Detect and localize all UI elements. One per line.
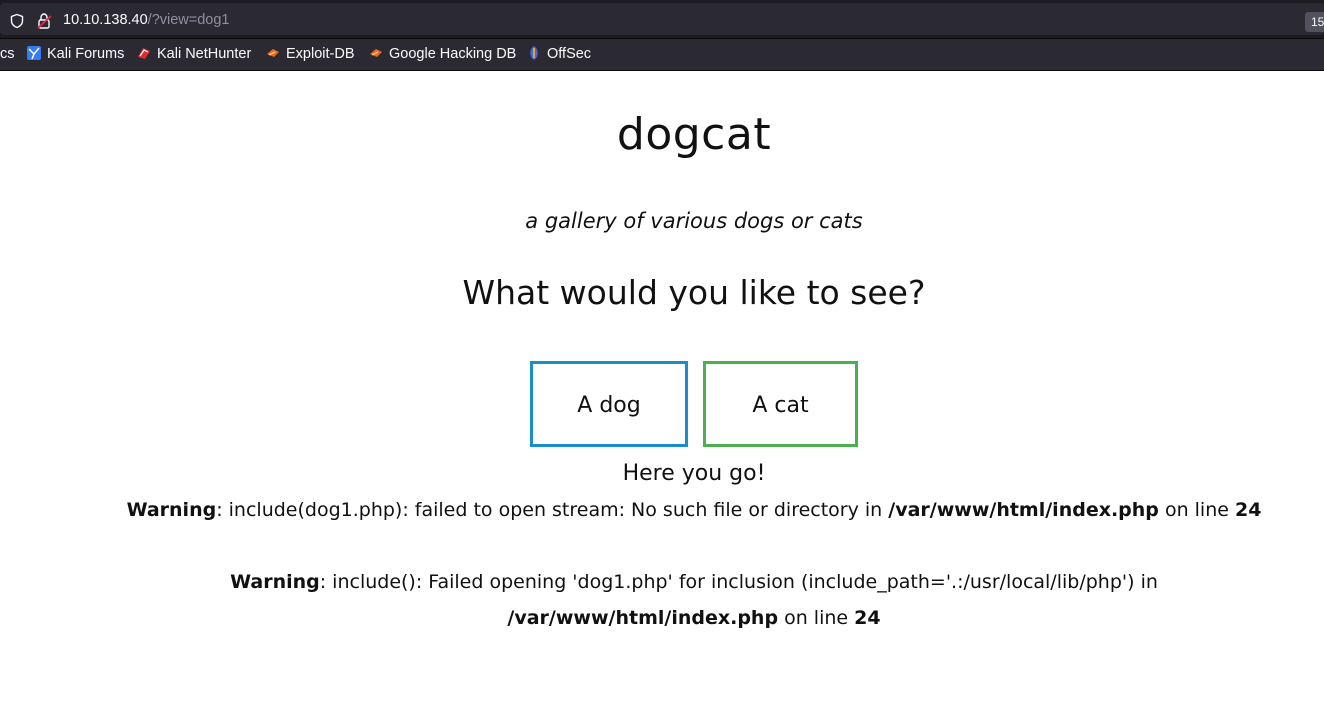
- bookmark-item-docs[interactable]: cs: [0, 45, 15, 65]
- ghdb-icon: [370, 49, 382, 57]
- bookmark-item-kali-forums[interactable]: Kali Forums: [26, 45, 124, 65]
- warning-message: : include(dog1.php): failed to open stre…: [216, 499, 889, 521]
- warning-file: /var/www/html/index.php: [507, 607, 779, 629]
- prompt-heading: What would you like to see?: [462, 273, 926, 312]
- bookmark-label: Google Hacking DB: [389, 46, 517, 62]
- bookmark-label: OffSec: [547, 46, 592, 62]
- bookmark-item-kali-nethunter[interactable]: Kali NetHunter: [136, 45, 251, 65]
- exploit-db-icon: [267, 49, 279, 57]
- offsec-icon: [530, 46, 538, 60]
- site-title: dogcat: [616, 109, 772, 160]
- bookmark-label: Kali NetHunter: [157, 46, 252, 62]
- bookmark-label: cs: [0, 46, 15, 62]
- insecure-lock-icon[interactable]: [36, 12, 54, 30]
- address-bar[interactable]: 10.10.138.40/?view=dog1 15: [0, 3, 1324, 35]
- warning-line-number: 24: [854, 607, 881, 629]
- bookmark-label: Exploit-DB: [286, 46, 355, 62]
- warning-message: : include(): Failed opening 'dog1.php' f…: [319, 571, 1158, 593]
- php-warning: Warning: include(dog1.php): failed to op…: [96, 492, 1292, 528]
- result-text: Here you go!: [622, 461, 766, 486]
- cat-button[interactable]: A cat: [703, 361, 858, 447]
- warning-label: Warning: [230, 571, 320, 593]
- zoom-badge[interactable]: 15: [1305, 12, 1324, 32]
- kali-nethunter-icon: [138, 48, 150, 59]
- tracking-shield-icon[interactable]: [9, 13, 25, 29]
- url-host: 10.10.138.40: [63, 12, 148, 28]
- browser-toolbar: 10.10.138.40/?view=dog1 15: [0, 0, 1324, 39]
- warning-on-line: on line: [1158, 499, 1235, 521]
- site-subtitle: a gallery of various dogs or cats: [525, 209, 863, 233]
- bookmark-label: Kali Forums: [47, 46, 125, 62]
- url-path: /?view=dog1: [147, 12, 230, 28]
- bookmark-item-exploit-db[interactable]: Exploit-DB: [265, 45, 355, 65]
- php-warning: Warning: include(): Failed opening 'dog1…: [96, 564, 1292, 636]
- warning-label: Warning: [126, 499, 217, 521]
- warning-file: /var/www/html/index.php: [888, 499, 1159, 521]
- url-text[interactable]: 10.10.138.40/?view=dog1: [63, 11, 230, 29]
- page-content: dogcat a gallery of various dogs or cats…: [0, 71, 1324, 714]
- dog-button[interactable]: A dog: [530, 361, 688, 447]
- warning-line-number: 24: [1234, 499, 1262, 521]
- warning-on-line: on line: [778, 607, 855, 629]
- bookmark-item-ghdb[interactable]: Google Hacking DB: [368, 45, 516, 65]
- kali-forums-icon: [27, 46, 41, 60]
- bookmarks-toolbar: cs Kali Forums Kali NetHunter Exploit-DB…: [0, 39, 1324, 71]
- bookmark-item-offsec[interactable]: OffSec: [526, 45, 591, 65]
